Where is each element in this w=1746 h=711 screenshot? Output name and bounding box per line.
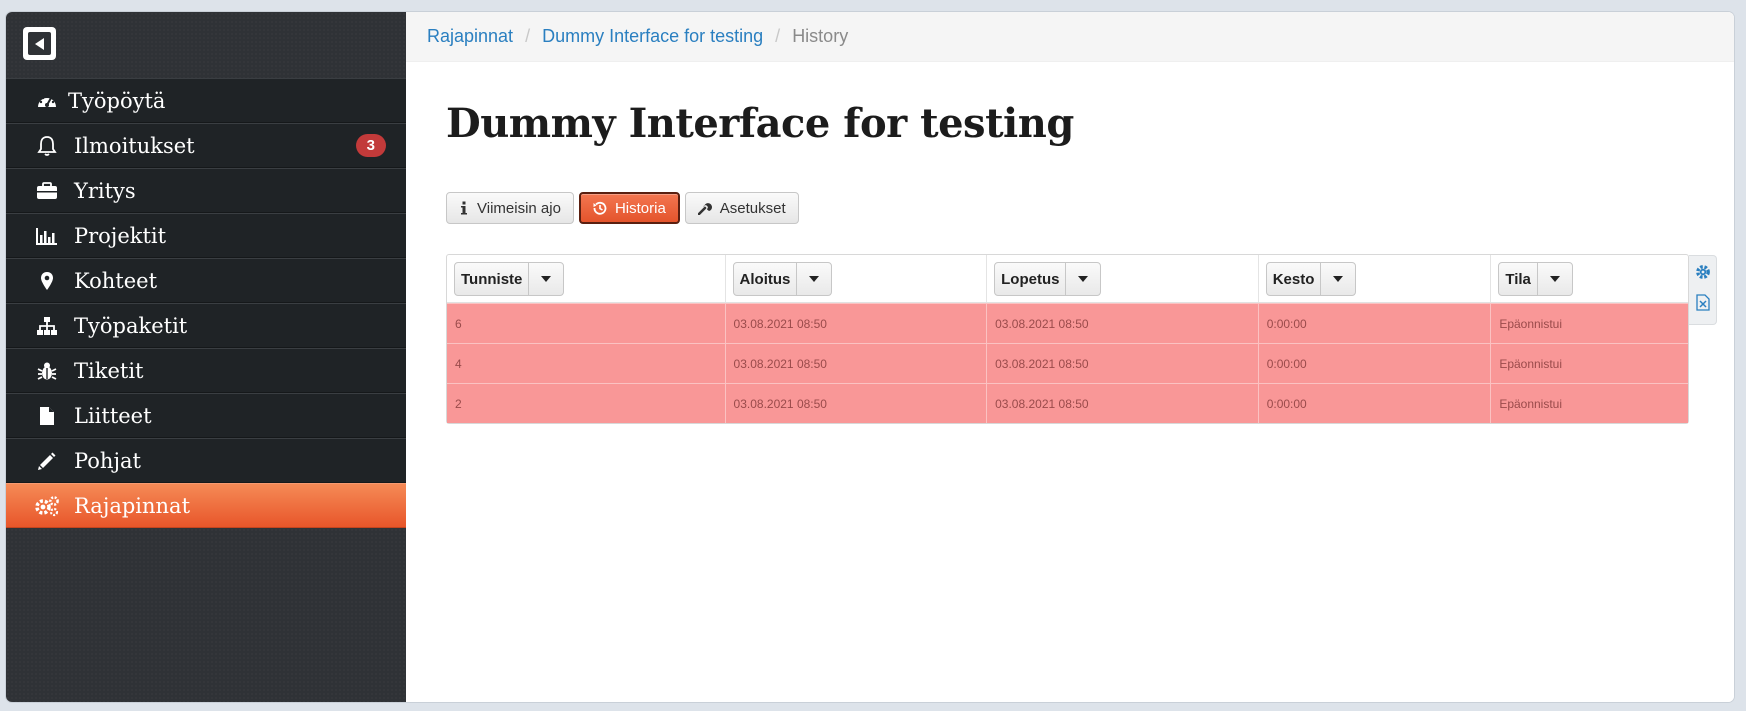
sidebar-item-tiketit[interactable]: Tiketit [6,348,406,393]
bell-icon [34,133,60,159]
back-square-icon[interactable] [23,27,56,60]
bug-icon [34,358,60,384]
sidebar-item-label: Työpöytä [68,88,166,113]
dashboard-icon [34,88,60,114]
sidebar-item-label: Pohjat [74,448,141,473]
excel-export-icon[interactable] [1695,293,1711,311]
cell-kesto: 0:00:00 [1259,344,1492,383]
column-header-tila: Tila [1491,255,1688,302]
chevron-down-icon[interactable] [1538,263,1572,295]
sidebar-item-label: Kohteet [74,268,158,293]
briefcase-icon [34,178,60,204]
table-row[interactable]: 4 03.08.2021 08:50 03.08.2021 08:50 0:00… [447,343,1688,383]
pencil-icon [34,448,60,474]
history-icon [593,201,607,215]
sidebar-item-tyopaketit[interactable]: Työpaketit [6,303,406,348]
cell-tila: Epäonnistui [1499,356,1563,371]
sidebar-item-label: Projektit [74,223,167,248]
tab-label: Asetukset [719,199,786,217]
cell-aloitus: 03.08.2021 08:50 [726,384,988,423]
cell-tila: Epäonnistui [1499,396,1563,411]
sidebar-item-label: Tiketit [74,358,144,383]
settings-gear-icon[interactable] [1695,264,1711,280]
cell-aloitus: 03.08.2021 08:50 [726,344,988,383]
breadcrumb: Rajapinnat / Dummy Interface for testing… [406,12,1734,62]
tab-viimeisin-ajo[interactable]: Viimeisin ajo [446,192,574,224]
sidebar-item-pohjat[interactable]: Pohjat [6,438,406,483]
cell-kesto: 0:00:00 [1259,384,1492,423]
breadcrumb-link-interface[interactable]: Dummy Interface for testing [542,26,763,47]
column-header-aloitus: Aloitus [726,255,988,302]
cell-kesto: 0:00:00 [1259,304,1492,343]
column-filter-kesto[interactable]: Kesto [1265,262,1357,296]
tab-asetukset[interactable]: Asetukset [684,192,799,224]
breadcrumb-link-rajapinnat[interactable]: Rajapinnat [427,26,513,47]
table-tools [1689,255,1717,325]
sidebar-item-label: Työpaketit [74,313,188,338]
bar-chart-icon [34,223,60,249]
sidebar-item-tyopoyta[interactable]: Työpöytä [6,78,406,123]
tab-label: Viimeisin ajo [477,199,561,217]
table-row[interactable]: 2 03.08.2021 08:50 03.08.2021 08:50 0:00… [447,383,1688,423]
sidebar-header [6,12,406,78]
column-filter-aloitus[interactable]: Aloitus [732,262,833,296]
table-header: Tunniste Aloitus Lopetus Kesto Tila [447,255,1688,303]
sidebar-item-ilmoitukset[interactable]: Ilmoitukset 3 [6,123,406,168]
view-tabs: Viimeisin ajo Historia Asetukset [446,192,799,224]
wrench-icon [697,201,712,215]
column-filter-lopetus[interactable]: Lopetus [994,262,1102,296]
column-filter-tunniste[interactable]: Tunniste [454,262,565,296]
sidebar-item-rajapinnat[interactable]: Rajapinnat [6,483,406,528]
cell-tunniste: 6 [447,304,726,343]
info-icon [459,201,469,215]
column-label: Tunniste [455,263,530,295]
cogs-icon [34,493,60,519]
map-marker-icon [34,268,60,294]
app-window: Työpöytä Ilmoitukset 3 Yritys Projektit [6,12,1734,702]
chevron-down-icon[interactable] [1321,263,1355,295]
history-table: Tunniste Aloitus Lopetus Kesto Tila 6 03… [446,254,1689,424]
sidebar-item-label: Yritys [74,178,136,203]
sidebar-item-liitteet[interactable]: Liitteet [6,393,406,438]
column-label: Aloitus [734,263,798,295]
notification-count-badge: 3 [355,134,386,157]
column-header-lopetus: Lopetus [987,255,1259,302]
sidebar: Työpöytä Ilmoitukset 3 Yritys Projektit [6,12,406,702]
breadcrumb-separator: / [775,26,781,46]
cell-tila: Epäonnistui [1499,316,1563,331]
breadcrumb-separator: / [525,26,531,46]
sidebar-nav: Työpöytä Ilmoitukset 3 Yritys Projektit [6,78,406,528]
main-content: Rajapinnat / Dummy Interface for testing… [406,12,1734,702]
chevron-down-icon[interactable] [529,263,563,295]
sidebar-item-yritys[interactable]: Yritys [6,168,406,213]
cell-lopetus: 03.08.2021 08:50 [987,344,1259,383]
column-label: Lopetus [995,263,1067,295]
cell-tunniste: 2 [447,384,726,423]
table-row[interactable]: 6 03.08.2021 08:50 03.08.2021 08:50 0:00… [447,303,1688,343]
cell-aloitus: 03.08.2021 08:50 [726,304,988,343]
column-label: Tila [1499,263,1538,295]
tab-label: Historia [614,199,666,217]
sitemap-icon [34,313,60,339]
column-header-tunniste: Tunniste [447,255,726,302]
column-filter-tila[interactable]: Tila [1498,262,1573,296]
page-title: Dummy Interface for testing [446,100,1074,147]
cell-tunniste: 4 [447,344,726,383]
column-label: Kesto [1267,263,1322,295]
sidebar-item-projektit[interactable]: Projektit [6,213,406,258]
breadcrumb-current: History [792,26,849,46]
column-header-kesto: Kesto [1259,255,1492,302]
chevron-down-icon[interactable] [1066,263,1100,295]
sidebar-item-label: Liitteet [74,403,152,428]
tab-historia[interactable]: Historia [578,192,680,224]
chevron-down-icon[interactable] [797,263,831,295]
sidebar-item-kohteet[interactable]: Kohteet [6,258,406,303]
cell-lopetus: 03.08.2021 08:50 [987,384,1259,423]
sidebar-item-label: Rajapinnat [74,493,191,518]
sidebar-item-label: Ilmoitukset [74,133,195,158]
cell-lopetus: 03.08.2021 08:50 [987,304,1259,343]
file-icon [34,403,60,429]
